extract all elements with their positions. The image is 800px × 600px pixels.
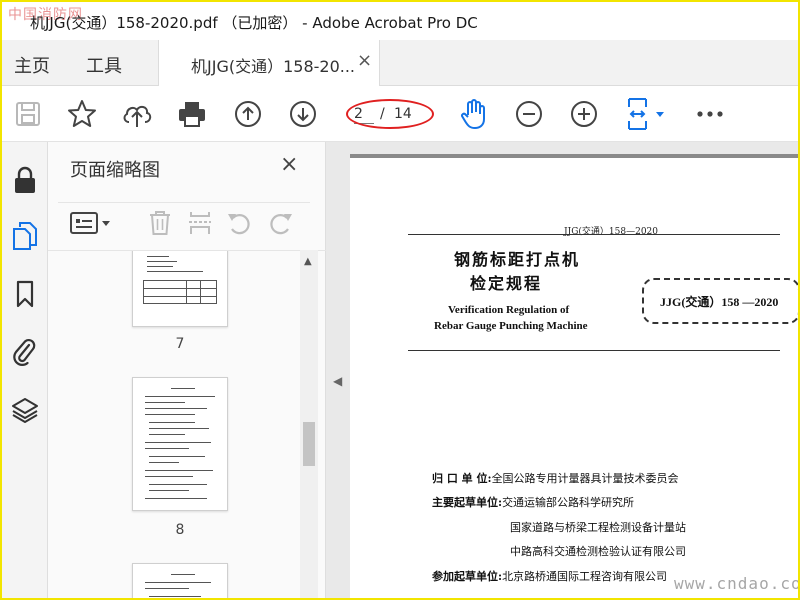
header-rule: [408, 234, 780, 235]
document-view[interactable]: JJG(交通）158—2020 钢筋标距打点机 检定规程 Verificatio…: [350, 142, 798, 598]
fit-page-dropdown[interactable]: [624, 98, 668, 130]
tab-document[interactable]: 机JJG(交通）158-20... ×: [158, 40, 380, 86]
page-separator: /: [380, 106, 385, 122]
thumbnail-page-number: 8: [175, 522, 185, 538]
close-tab-button[interactable]: ×: [357, 50, 372, 71]
tab-tools[interactable]: 工具: [86, 52, 122, 78]
hand-tool-button[interactable]: [458, 98, 490, 130]
zoom-out-button[interactable]: [513, 98, 545, 130]
thumbnail-table: [143, 280, 217, 304]
attachments-button[interactable]: [9, 336, 41, 368]
page-up-icon: [235, 101, 261, 127]
current-page-input[interactable]: 2: [354, 106, 374, 124]
lock-icon: [15, 166, 35, 193]
acrobat-window: 中国消防网 机JJG(交通）158-2020.pdf （已加密） - Adobe…: [0, 0, 800, 600]
thumbnail-scrollbar[interactable]: ▲: [300, 250, 318, 598]
info-row: 中路高科交通检测检验认证有限公司: [510, 545, 686, 558]
info-row: 国家道路与桥梁工程检测设备计量站: [510, 521, 686, 534]
insert-page-icon: [189, 212, 211, 234]
security-button[interactable]: [9, 164, 41, 196]
page-down-icon: [290, 101, 316, 127]
bookmark-star-button[interactable]: [66, 98, 98, 130]
rotate-left-icon: [228, 214, 250, 235]
thumbnail-options-button[interactable]: [70, 209, 114, 237]
document-tab-label: 机JJG(交通）158-20...: [191, 57, 356, 76]
panel-splitter[interactable]: ◀: [326, 142, 350, 598]
scrollbar-thumb[interactable]: [303, 422, 315, 466]
thumbnail-page[interactable]: [132, 377, 228, 511]
bookmarks-button[interactable]: [9, 278, 41, 310]
info-row: 主要起草单位:交通运输部公路科学研究所: [432, 496, 635, 509]
next-page-button[interactable]: [287, 98, 319, 130]
trash-icon: [150, 211, 170, 235]
page-navigator: 2 / 14: [346, 104, 424, 126]
print-icon: [179, 102, 205, 127]
layers-icon: [12, 398, 38, 423]
previous-page-button[interactable]: [232, 98, 264, 130]
save-button[interactable]: [12, 98, 44, 130]
rotate-right-icon: [270, 214, 292, 235]
title-bar: 中国消防网 机JJG(交通）158-2020.pdf （已加密） - Adobe…: [2, 2, 798, 40]
collapse-panel-arrow[interactable]: ◀: [333, 374, 342, 388]
upload-button[interactable]: [121, 98, 153, 130]
info-row: 参加起草单位:北京路桥通国际工程咨询有限公司: [432, 570, 668, 583]
watermark-site: www.cndao.com: [674, 574, 800, 593]
insert-pages-button[interactable]: [186, 209, 214, 237]
page-header: JJG(交通）158—2020: [564, 227, 658, 237]
scroll-up-arrow[interactable]: ▲: [304, 256, 312, 267]
close-panel-button[interactable]: ×: [280, 152, 298, 177]
document-title-cn-line2: 检定规程: [470, 274, 543, 293]
bookmark-icon: [16, 280, 34, 308]
more-tools-button[interactable]: [694, 98, 726, 130]
more-icon: [697, 111, 723, 117]
save-icon: [16, 102, 40, 126]
thumbnail-page-number: 7: [175, 336, 185, 352]
main-toolbar: 2 / 14: [2, 86, 798, 142]
tab-home[interactable]: 主页: [14, 52, 50, 78]
pages-icon: [13, 222, 37, 250]
star-icon: [68, 100, 96, 127]
window-title: 机JJG(交通）158-2020.pdf （已加密） - Adobe Acrob…: [30, 14, 478, 32]
hand-tool-icon: [461, 99, 485, 129]
thumbnail-page[interactable]: [132, 563, 228, 598]
page-thumbnails-button[interactable]: [9, 220, 41, 252]
tab-strip: 主页 工具 机JJG(交通）158-20... ×: [2, 40, 798, 86]
thumbnail-list[interactable]: 7 8: [48, 250, 326, 598]
left-navigation-rail: [2, 142, 48, 598]
document-title-cn-line1: 钢筋标距打点机: [454, 250, 581, 269]
thumbnail-page[interactable]: [132, 251, 228, 327]
zoom-out-icon: [516, 101, 542, 127]
rotate-right-button[interactable]: [266, 209, 294, 237]
info-row: 归 口 单 位:全国公路专用计量器具计量技术委员会: [432, 472, 679, 485]
regulation-code: JJG(交通）158 —2020: [660, 295, 779, 309]
print-button[interactable]: [176, 98, 208, 130]
title-rule: [408, 350, 780, 351]
attachment-icon: [13, 338, 36, 366]
page-thumbnails-panel: 页面缩略图 × 7 8 ▲: [48, 142, 326, 598]
document-title-en-line2: Rebar Gauge Punching Machine: [434, 320, 588, 332]
total-pages: 14: [394, 106, 412, 122]
delete-pages-button[interactable]: [146, 209, 174, 237]
pdf-page: JJG(交通）158—2020 钢筋标距打点机 检定规程 Verificatio…: [350, 154, 798, 598]
panel-title: 页面缩略图: [70, 160, 160, 181]
regulation-code-badge: JJG(交通）158 —2020: [642, 278, 798, 324]
layers-button[interactable]: [9, 394, 41, 426]
document-title-en-line1: Verification Regulation of: [448, 304, 570, 316]
options-menu-icon: [70, 212, 110, 234]
fit-page-icon: [628, 98, 664, 130]
cloud-upload-icon: [123, 105, 152, 127]
zoom-in-icon: [571, 101, 597, 127]
rotate-left-button[interactable]: [226, 209, 254, 237]
thumbnail-toolbar: [58, 202, 310, 244]
zoom-in-button[interactable]: [568, 98, 600, 130]
